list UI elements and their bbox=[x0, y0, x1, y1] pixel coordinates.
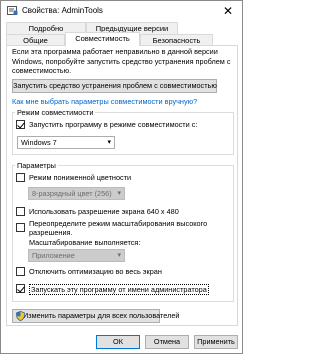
apply-button[interactable]: Применить bbox=[194, 335, 238, 349]
chevron-down-icon: ▾ bbox=[117, 252, 121, 259]
compat-mode-label: Запустить программу в режиме совместимос… bbox=[29, 120, 198, 129]
reduced-color-checkbox[interactable] bbox=[16, 173, 25, 182]
change-all-users-button[interactable]: Изменить параметры для всех пользователе… bbox=[12, 309, 179, 323]
compat-mode-checkbox[interactable] bbox=[16, 120, 25, 129]
dpi-override-label-line3: Масштабирование выполняется: bbox=[29, 238, 141, 247]
run-troubleshooter-button[interactable]: Запустить средство устранения проблем с … bbox=[12, 79, 217, 93]
dpi-override-label-line2: разрешения. bbox=[29, 228, 73, 237]
change-all-users-label: Изменить параметры для всех пользователе… bbox=[23, 311, 180, 320]
fullscreen-opt-label: Отключить оптимизацию во весь экран bbox=[29, 267, 162, 276]
manual-settings-link[interactable]: Как мне выбрать параметры совместимости … bbox=[12, 97, 197, 106]
settings-group-title: Параметры bbox=[15, 161, 58, 170]
dpi-override-label-line1: Переопределите режим масштабирования выс… bbox=[29, 219, 208, 228]
compat-mode-group-title: Режим совместимости bbox=[15, 108, 96, 117]
res-640-label: Использовать разрешение экрана 640 x 480 bbox=[29, 207, 179, 216]
run-as-admin-checkbox[interactable] bbox=[16, 284, 25, 293]
chevron-down-icon: ▾ bbox=[107, 139, 111, 146]
dpi-scaling-select: Приложение ▾ bbox=[28, 249, 125, 262]
color-depth-select: 8-разрядный цвет (256) ▾ bbox=[28, 187, 125, 200]
tab-compatibility[interactable]: Совместимость bbox=[65, 32, 140, 46]
chevron-down-icon: ▾ bbox=[117, 190, 121, 197]
dpi-override-checkbox[interactable] bbox=[16, 223, 25, 232]
properties-window: Свойства: AdminTools ✕ Подробно Предыдущ… bbox=[0, 0, 243, 354]
close-icon: ✕ bbox=[222, 3, 234, 18]
uac-shield-icon bbox=[16, 311, 25, 321]
fullscreen-opt-checkbox[interactable] bbox=[16, 267, 25, 276]
os-version-value: Windows 7 bbox=[21, 138, 57, 147]
properties-icon bbox=[7, 6, 18, 15]
dpi-scaling-value: Приложение bbox=[32, 251, 75, 260]
title-bar[interactable]: Свойства: AdminTools ✕ bbox=[1, 1, 242, 21]
window-title: Свойства: AdminTools bbox=[22, 6, 103, 15]
close-button[interactable]: ✕ bbox=[218, 2, 238, 19]
intro-text: Если эта программа работает неправильно … bbox=[12, 47, 231, 75]
run-as-admin-label: Запускать эту программу от имени админис… bbox=[29, 284, 209, 295]
res-640-checkbox[interactable] bbox=[16, 207, 25, 216]
cancel-button[interactable]: Отмена bbox=[145, 335, 189, 349]
color-depth-value: 8-разрядный цвет (256) bbox=[32, 189, 112, 198]
reduced-color-label: Режим пониженной цветности bbox=[29, 173, 132, 182]
os-version-select[interactable]: Windows 7 ▾ bbox=[17, 136, 115, 149]
ok-button[interactable]: ОК bbox=[96, 335, 140, 349]
